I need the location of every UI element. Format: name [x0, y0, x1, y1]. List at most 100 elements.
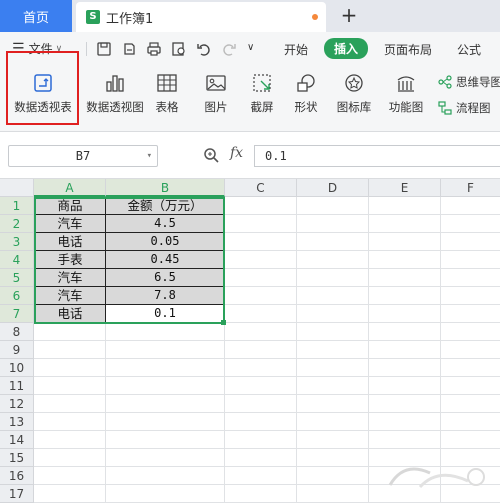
- column-header-a[interactable]: A: [34, 179, 106, 197]
- cell-e13[interactable]: [369, 413, 441, 431]
- cell-c17[interactable]: [225, 485, 297, 503]
- cell-c14[interactable]: [225, 431, 297, 449]
- cell-d3[interactable]: [297, 233, 369, 251]
- cell-c16[interactable]: [225, 467, 297, 485]
- cell-b10[interactable]: [106, 359, 225, 377]
- cell-d12[interactable]: [297, 395, 369, 413]
- cell-a9[interactable]: [34, 341, 106, 359]
- cell-c5[interactable]: [225, 269, 297, 287]
- cell-c3[interactable]: [225, 233, 297, 251]
- cell-e11[interactable]: [369, 377, 441, 395]
- cell-c11[interactable]: [225, 377, 297, 395]
- cell-c13[interactable]: [225, 413, 297, 431]
- cell-a2[interactable]: 汽车: [34, 215, 106, 233]
- cell-f8[interactable]: [441, 323, 500, 341]
- cell-e2[interactable]: [369, 215, 441, 233]
- cell-e9[interactable]: [369, 341, 441, 359]
- cell-d14[interactable]: [297, 431, 369, 449]
- pivot-chart-button[interactable]: 数据透视图: [84, 72, 146, 115]
- cell-f6[interactable]: [441, 287, 500, 305]
- cell-f2[interactable]: [441, 215, 500, 233]
- cell-f5[interactable]: [441, 269, 500, 287]
- cell-b7[interactable]: 0.1: [106, 305, 225, 323]
- cell-e12[interactable]: [369, 395, 441, 413]
- column-header-d[interactable]: D: [297, 179, 369, 197]
- cell-d9[interactable]: [297, 341, 369, 359]
- print-icon[interactable]: [146, 41, 162, 57]
- cell-e14[interactable]: [369, 431, 441, 449]
- cell-d15[interactable]: [297, 449, 369, 467]
- cell-f9[interactable]: [441, 341, 500, 359]
- function-icon[interactable]: fx: [230, 145, 243, 161]
- row-header-12[interactable]: 12: [0, 395, 34, 413]
- row-header-17[interactable]: 17: [0, 485, 34, 503]
- row-header-11[interactable]: 11: [0, 377, 34, 395]
- tab-page-layout[interactable]: 页面布局: [384, 41, 432, 58]
- function-chart-button[interactable]: 功能图: [382, 72, 430, 115]
- cell-b8[interactable]: [106, 323, 225, 341]
- save-icon[interactable]: [96, 41, 112, 57]
- column-header-f[interactable]: F: [441, 179, 500, 197]
- column-header-b[interactable]: B: [106, 179, 225, 197]
- cell-b17[interactable]: [106, 485, 225, 503]
- cell-e6[interactable]: [369, 287, 441, 305]
- cell-a6[interactable]: 汽车: [34, 287, 106, 305]
- cell-b2[interactable]: 4.5: [106, 215, 225, 233]
- name-box[interactable]: B7 ▾: [8, 145, 158, 167]
- cell-b5[interactable]: 6.5: [106, 269, 225, 287]
- cell-b14[interactable]: [106, 431, 225, 449]
- tab-home[interactable]: 首页: [0, 0, 72, 32]
- cell-d2[interactable]: [297, 215, 369, 233]
- cell-b1[interactable]: 金额（万元）: [106, 197, 225, 215]
- cell-d17[interactable]: [297, 485, 369, 503]
- cell-a16[interactable]: [34, 467, 106, 485]
- spreadsheet-grid[interactable]: ABCDEF 1 2 3 4 5 6 7 8 9 10 11 12 13 14 15 16 17 商品 金额（万元…: [0, 179, 500, 503]
- cell-a13[interactable]: [34, 413, 106, 431]
- cell-c8[interactable]: [225, 323, 297, 341]
- cell-e7[interactable]: [369, 305, 441, 323]
- picture-button[interactable]: 图片: [198, 72, 234, 115]
- cell-c9[interactable]: [225, 341, 297, 359]
- row-header-10[interactable]: 10: [0, 359, 34, 377]
- cell-a17[interactable]: [34, 485, 106, 503]
- cell-b4[interactable]: 0.45: [106, 251, 225, 269]
- cell-d11[interactable]: [297, 377, 369, 395]
- cell-b3[interactable]: 0.05: [106, 233, 225, 251]
- cell-a4[interactable]: 手表: [34, 251, 106, 269]
- cell-c15[interactable]: [225, 449, 297, 467]
- cell-f14[interactable]: [441, 431, 500, 449]
- cell-c1[interactable]: [225, 197, 297, 215]
- cell-b11[interactable]: [106, 377, 225, 395]
- cell-d1[interactable]: [297, 197, 369, 215]
- cell-d8[interactable]: [297, 323, 369, 341]
- cell-a12[interactable]: [34, 395, 106, 413]
- icon-library-button[interactable]: 图标库: [334, 72, 374, 115]
- print-preview-icon[interactable]: [171, 41, 187, 57]
- screenshot-button[interactable]: 截屏: [244, 72, 280, 115]
- column-header-c[interactable]: C: [225, 179, 297, 197]
- cell-b6[interactable]: 7.8: [106, 287, 225, 305]
- row-header-4[interactable]: 4: [0, 251, 34, 269]
- fill-handle[interactable]: [221, 320, 226, 325]
- tab-workbook[interactable]: S 工作簿1: [76, 2, 326, 32]
- cell-b12[interactable]: [106, 395, 225, 413]
- cell-c2[interactable]: [225, 215, 297, 233]
- row-header-15[interactable]: 15: [0, 449, 34, 467]
- row-header-7[interactable]: 7: [0, 305, 34, 323]
- cell-f3[interactable]: [441, 233, 500, 251]
- row-header-3[interactable]: 3: [0, 233, 34, 251]
- cell-f12[interactable]: [441, 395, 500, 413]
- zoom-icon[interactable]: [203, 147, 219, 163]
- cell-c6[interactable]: [225, 287, 297, 305]
- cell-d7[interactable]: [297, 305, 369, 323]
- select-all-corner[interactable]: [0, 179, 34, 197]
- export-icon[interactable]: [121, 41, 137, 57]
- tab-insert[interactable]: 插入: [324, 38, 369, 59]
- cell-e4[interactable]: [369, 251, 441, 269]
- cell-a3[interactable]: 电话: [34, 233, 106, 251]
- tab-formula[interactable]: 公式: [457, 41, 481, 58]
- cell-e8[interactable]: [369, 323, 441, 341]
- cell-a10[interactable]: [34, 359, 106, 377]
- undo-icon[interactable]: [196, 41, 212, 57]
- cell-e10[interactable]: [369, 359, 441, 377]
